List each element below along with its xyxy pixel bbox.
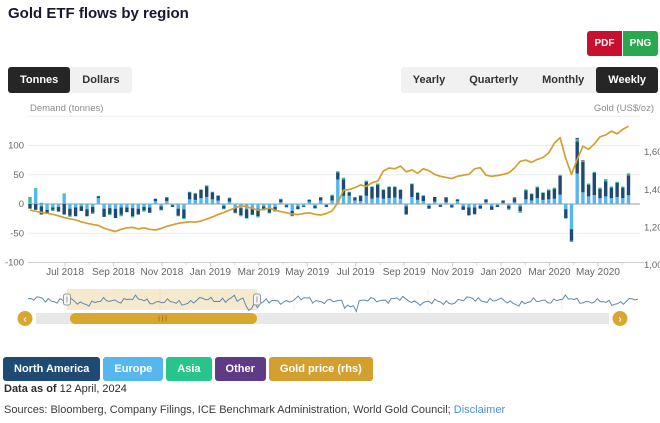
sources-text: Sources: Bloomberg, Company Filings, ICE…	[4, 404, 454, 416]
page-title: Gold ETF flows by region	[8, 5, 189, 22]
flow-bars	[28, 138, 630, 242]
data-as-of-value: 12 April, 2024	[57, 383, 127, 395]
svg-text:Sep 2019: Sep 2019	[383, 267, 426, 278]
gold-etf-flows-widget: Gold ETF flows by region PDF PNG Tonnes …	[0, 0, 660, 423]
svg-text:100: 100	[8, 141, 24, 152]
svg-text:Nov 2018: Nov 2018	[140, 267, 183, 278]
svg-text:Mar 2020: Mar 2020	[528, 267, 571, 278]
svg-text:Nov 2019: Nov 2019	[431, 267, 474, 278]
svg-text:-100: -100	[5, 258, 24, 269]
navigator-thumb[interactable]	[70, 313, 257, 324]
svg-text:Jan 2019: Jan 2019	[190, 267, 232, 278]
toggle-dollars[interactable]: Dollars	[70, 67, 131, 93]
svg-text:May 2019: May 2019	[285, 267, 329, 278]
toggle-tonnes[interactable]: Tonnes	[8, 67, 70, 93]
svg-text:›: ›	[618, 314, 621, 325]
legend-gold-price[interactable]: Gold price (rhs)	[269, 357, 373, 381]
toggle-monthly[interactable]: Monthly	[530, 67, 596, 93]
export-pdf-button[interactable]: PDF	[587, 31, 622, 56]
toggle-weekly[interactable]: Weekly	[596, 67, 658, 93]
legend-north-america[interactable]: North America	[3, 357, 100, 381]
svg-text:1,000: 1,000	[644, 260, 660, 271]
svg-text:‹: ‹	[23, 314, 26, 325]
chart-legend: North America Europe Asia Other Gold pri…	[3, 357, 373, 381]
unit-toggle: Tonnes Dollars	[8, 67, 132, 93]
toggle-quarterly[interactable]: Quarterly	[457, 67, 530, 93]
sources-line: Sources: Bloomberg, Company Filings, ICE…	[4, 404, 505, 416]
data-as-of: Data as of 12 April, 2024	[4, 383, 127, 395]
svg-text:Jul 2018: Jul 2018	[46, 267, 84, 278]
svg-text:0: 0	[19, 199, 24, 210]
range-navigator[interactable]: ‹›	[0, 288, 660, 330]
svg-text:May 2020: May 2020	[576, 267, 620, 278]
export-buttons: PDF PNG	[587, 31, 658, 56]
svg-text:-50: -50	[10, 228, 24, 239]
svg-text:1,200: 1,200	[644, 222, 660, 233]
flows-chart-svg: 100 50 0 -50 -100 1,600 1,400 1,200 1,000 Jul 201…	[0, 112, 660, 282]
svg-text:1,600: 1,600	[644, 147, 660, 158]
legend-other[interactable]: Other	[215, 357, 266, 381]
svg-text:Sep 2018: Sep 2018	[92, 267, 135, 278]
legend-asia[interactable]: Asia	[166, 357, 211, 381]
svg-text:Jan 2020: Jan 2020	[480, 267, 522, 278]
svg-text:1,400: 1,400	[644, 185, 660, 196]
disclaimer-link[interactable]: Disclaimer	[454, 404, 505, 416]
svg-text:Mar 2019: Mar 2019	[238, 267, 281, 278]
export-png-button[interactable]: PNG	[623, 31, 658, 56]
data-as-of-label: Data as of	[4, 383, 57, 395]
svg-text:50: 50	[13, 170, 24, 181]
period-toggle: Yearly Quarterly Monthly Weekly	[401, 67, 658, 93]
toggle-yearly[interactable]: Yearly	[401, 67, 457, 93]
svg-text:Jul 2019: Jul 2019	[337, 267, 375, 278]
legend-europe[interactable]: Europe	[103, 357, 163, 381]
